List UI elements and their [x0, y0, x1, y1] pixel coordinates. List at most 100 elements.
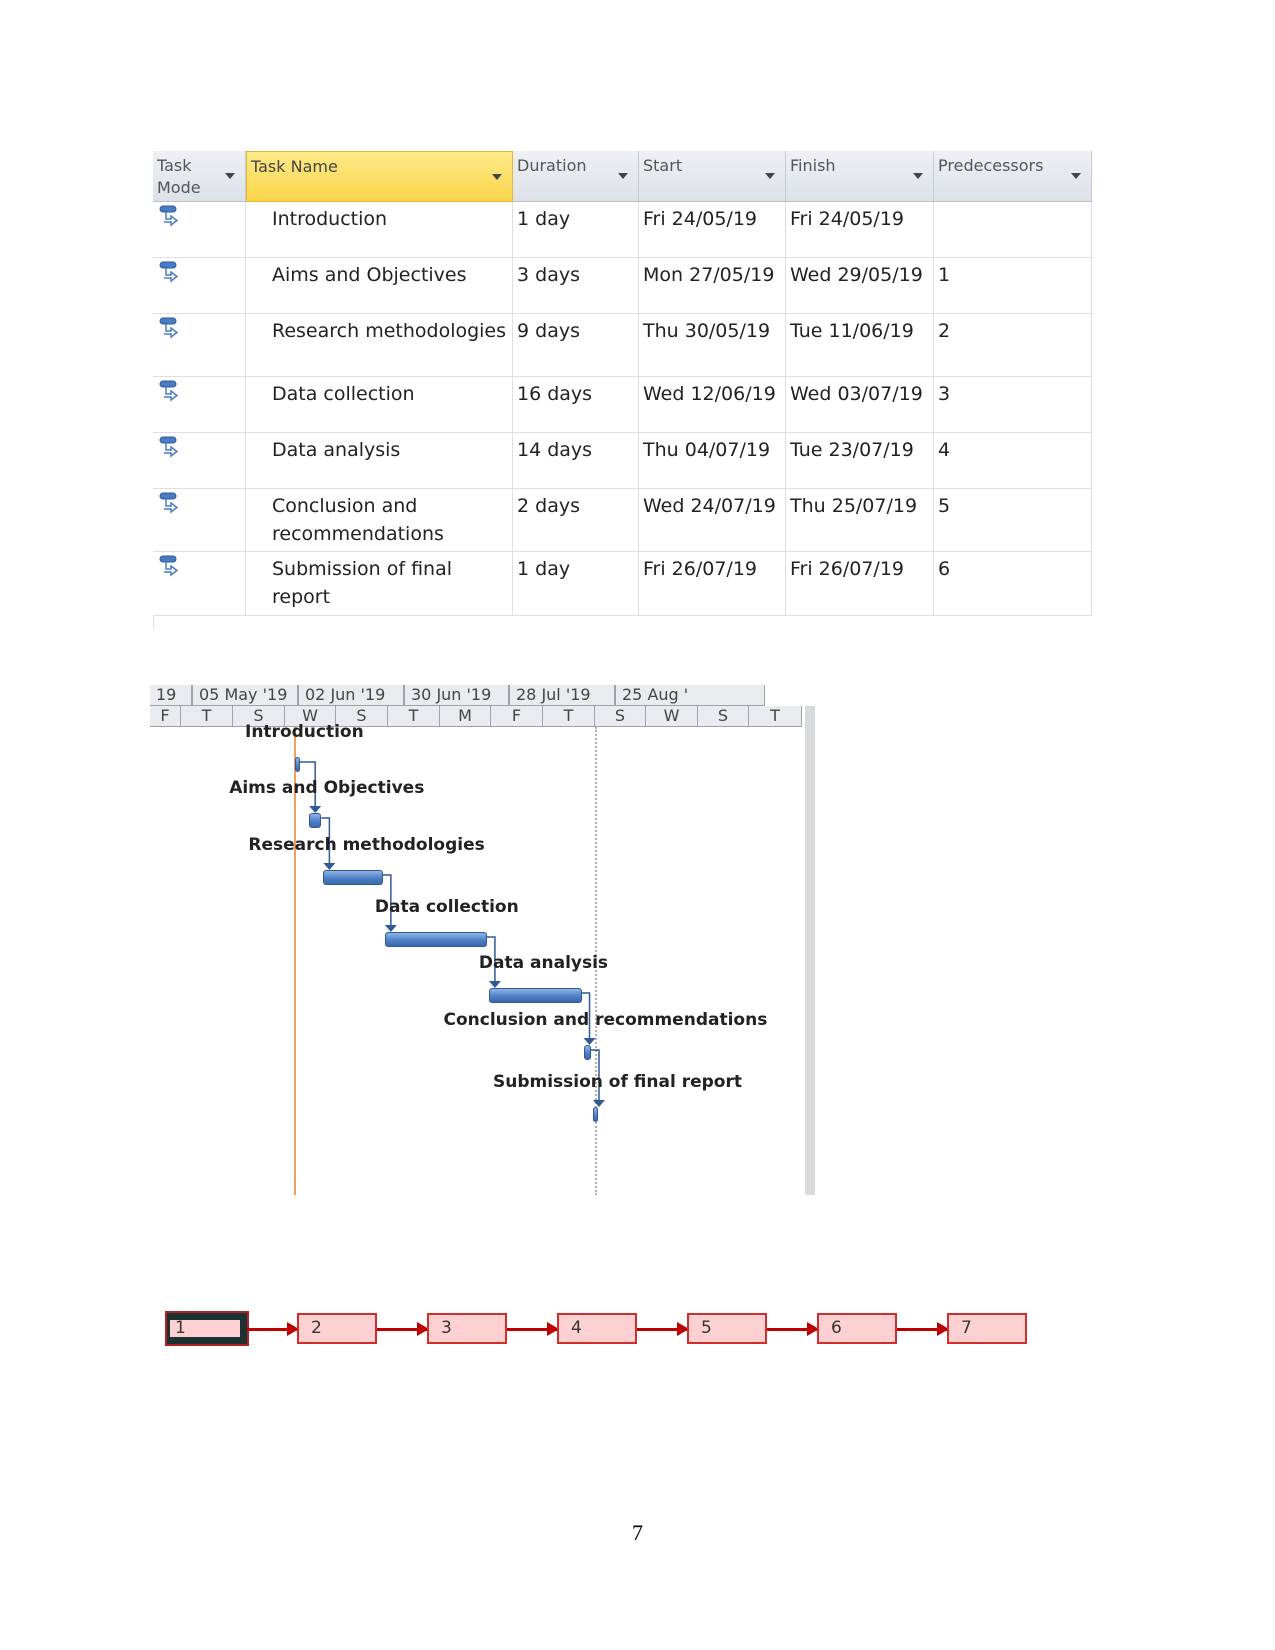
task-name-cell[interactable]: Submission of final report: [246, 552, 513, 616]
dropdown-arrow-icon[interactable]: [225, 173, 235, 179]
gantt-bar[interactable]: [592, 1107, 598, 1122]
task-mode-cell: [153, 202, 246, 258]
gantt-bar[interactable]: [323, 870, 383, 885]
network-arrow: [507, 1322, 559, 1336]
network-arrow: [247, 1322, 299, 1336]
task-name-cell[interactable]: Data analysis: [246, 433, 513, 489]
task-name-cell[interactable]: Aims and Objectives: [246, 258, 513, 314]
dependency-arrowhead: [583, 1038, 596, 1045]
dropdown-arrow-icon[interactable]: [618, 173, 628, 179]
column-header-label: Predecessors: [938, 156, 1044, 175]
task-mode-cell: [153, 489, 246, 552]
auto-scheduled-task-icon: [159, 380, 181, 402]
network-arrow: [377, 1322, 429, 1336]
network-node[interactable]: 6: [817, 1313, 897, 1344]
gantt-bar-label: Submission of final report: [492, 1072, 742, 1092]
task-predecessors-cell: 2: [934, 314, 1092, 377]
table-bottom-padding: [153, 616, 1093, 629]
column-header-start[interactable]: Start: [639, 151, 786, 202]
gantt-bar-label: Conclusion and recommendations: [443, 1010, 768, 1030]
task-name-cell[interactable]: Data collection: [246, 377, 513, 433]
column-header-task-mode[interactable]: Task Mode: [153, 151, 246, 202]
task-mode-cell: [153, 258, 246, 314]
task-start-cell: Thu 30/05/19: [639, 314, 786, 377]
task-start-cell: Fri 24/05/19: [639, 202, 786, 258]
network-arrow: [897, 1322, 949, 1336]
task-predecessors-cell: 6: [934, 552, 1092, 616]
task-mode-cell: [153, 377, 246, 433]
column-header-finish[interactable]: Finish: [786, 151, 934, 202]
network-arrow: [637, 1322, 689, 1336]
task-mode-cell: [153, 433, 246, 489]
gantt-bar[interactable]: [295, 757, 300, 772]
dependency-arrowhead: [488, 981, 501, 988]
dropdown-arrow-icon[interactable]: [765, 173, 775, 179]
gantt-bar-label: Data collection: [374, 897, 519, 917]
task-finish-cell: Tue 23/07/19: [786, 433, 934, 489]
auto-scheduled-task-icon: [159, 492, 181, 514]
gantt-bar-label: Introduction: [245, 722, 364, 742]
task-finish-cell: Wed 29/05/19: [786, 258, 934, 314]
auto-scheduled-task-icon: [159, 205, 181, 227]
task-mode-cell: [153, 552, 246, 616]
task-duration-cell: 1 day: [513, 202, 639, 258]
network-node[interactable]: 1: [165, 1311, 249, 1346]
gantt-bar-label: Aims and Objectives: [229, 778, 425, 798]
network-arrow: [767, 1322, 819, 1336]
column-header-label: Task Mode: [157, 156, 201, 197]
dependency-arrowhead: [323, 863, 336, 870]
gantt-bar[interactable]: [384, 932, 487, 947]
dependency-arrowhead: [592, 1100, 605, 1107]
task-duration-cell: 1 day: [513, 552, 639, 616]
column-header-predecessors[interactable]: Predecessors: [934, 151, 1092, 202]
network-node[interactable]: 2: [297, 1313, 377, 1344]
task-finish-cell: Fri 24/05/19: [786, 202, 934, 258]
task-predecessors-cell: [934, 202, 1092, 258]
dropdown-arrow-icon[interactable]: [492, 174, 502, 180]
auto-scheduled-task-icon: [159, 436, 181, 458]
task-finish-cell: Tue 11/06/19: [786, 314, 934, 377]
gantt-bar[interactable]: [583, 1045, 591, 1060]
column-header-label: Task Name: [251, 157, 338, 176]
dropdown-arrow-icon[interactable]: [913, 173, 923, 179]
gantt-bar-label: Data analysis: [478, 953, 609, 973]
task-start-cell: Mon 27/05/19: [639, 258, 786, 314]
auto-scheduled-task-icon: [159, 317, 181, 339]
task-predecessors-cell: 4: [934, 433, 1092, 489]
task-duration-cell: 16 days: [513, 377, 639, 433]
column-header-duration[interactable]: Duration: [513, 151, 639, 202]
network-node[interactable]: 5: [687, 1313, 767, 1344]
task-predecessors-cell: 5: [934, 489, 1092, 552]
dependency-arrowhead: [309, 806, 322, 813]
gantt-bar-label: Research methodologies: [248, 835, 485, 855]
task-finish-cell: Fri 26/07/19: [786, 552, 934, 616]
task-name-cell[interactable]: Introduction: [246, 202, 513, 258]
task-start-cell: Thu 04/07/19: [639, 433, 786, 489]
dropdown-arrow-icon[interactable]: [1071, 173, 1081, 179]
column-header-label: Finish: [790, 156, 836, 175]
task-finish-cell: Wed 03/07/19: [786, 377, 934, 433]
network-node[interactable]: 7: [947, 1313, 1027, 1344]
task-duration-cell: 14 days: [513, 433, 639, 489]
network-node[interactable]: 3: [427, 1313, 507, 1344]
task-duration-cell: 3 days: [513, 258, 639, 314]
auto-scheduled-task-icon: [159, 261, 181, 283]
gantt-bar[interactable]: [309, 813, 322, 828]
task-name-cell[interactable]: Research methodologies: [246, 314, 513, 377]
task-start-cell: Wed 24/07/19: [639, 489, 786, 552]
column-header-label: Duration: [517, 156, 587, 175]
page-number: 7: [632, 1520, 643, 1545]
task-duration-cell: 2 days: [513, 489, 639, 552]
network-node[interactable]: 4: [557, 1313, 637, 1344]
task-name-cell[interactable]: Conclusion and recommendations: [246, 489, 513, 552]
gantt-bar[interactable]: [488, 988, 582, 1003]
task-finish-cell: Thu 25/07/19: [786, 489, 934, 552]
task-predecessors-cell: 1: [934, 258, 1092, 314]
auto-scheduled-task-icon: [159, 555, 181, 577]
dependency-arrowhead: [384, 925, 397, 932]
task-start-cell: Wed 12/06/19: [639, 377, 786, 433]
task-mode-cell: [153, 314, 246, 377]
task-predecessors-cell: 3: [934, 377, 1092, 433]
column-header-task-name[interactable]: Task Name: [246, 151, 513, 202]
task-table: Task Mode Task Name Duration Start Finish Pre…: [153, 151, 1092, 629]
